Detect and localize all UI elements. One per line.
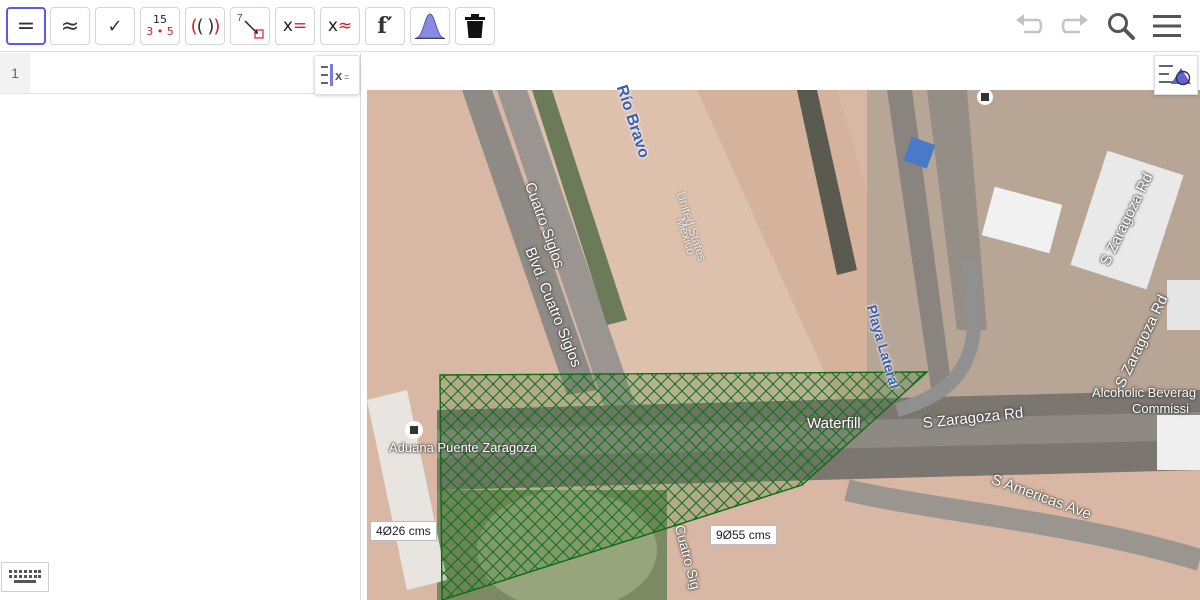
search-button[interactable]: [1104, 10, 1138, 42]
algebra-description-icon: x =: [321, 64, 349, 86]
svg-text:=: =: [344, 72, 349, 82]
factor-button[interactable]: 15 3 • 5: [140, 7, 180, 45]
redo-icon: [1061, 14, 1088, 34]
redo-button[interactable]: [1058, 10, 1092, 42]
derivative-button[interactable]: f′: [365, 7, 405, 45]
map-label-commission: Commissi: [1132, 401, 1190, 416]
map-label-alcoholic-beverage: Alcoholic Beverag: [1092, 385, 1197, 400]
numeric-button[interactable]: ≈: [50, 7, 90, 45]
solve-button[interactable]: x=: [275, 7, 315, 45]
map-label-waterfill: Waterfill: [807, 415, 861, 432]
geogebra-app: = ≈ ✓ 15 3 • 5 (( )) 7 x= x≈ f′ 1 x = Rí…: [0, 0, 1200, 600]
map-label-aduana: Aduana Puente Zaragoza: [389, 440, 538, 455]
keep-input-button[interactable]: ✓: [95, 7, 135, 45]
undo-button[interactable]: [1012, 10, 1046, 42]
evaluate-button[interactable]: =: [6, 7, 46, 45]
graphics-style-icon: [1159, 65, 1191, 86]
measure-label-left[interactable]: 4Ø26 cms: [370, 521, 437, 541]
delete-button[interactable]: [455, 7, 495, 45]
svg-text:x: x: [335, 68, 343, 83]
expand-button[interactable]: (( )): [185, 7, 225, 45]
normal-distribution-icon: [415, 13, 445, 39]
algebra-style-toggle-button[interactable]: x =: [314, 55, 360, 95]
hamburger-menu-icon: [1153, 15, 1181, 37]
map-point-marker: [410, 426, 418, 434]
graphics-style-toggle-button[interactable]: [1154, 55, 1198, 95]
algebra-row: 1: [0, 53, 360, 94]
search-icon: [1108, 13, 1135, 40]
map-point-marker: [981, 93, 989, 101]
numeric-solve-button[interactable]: x≈: [320, 7, 360, 45]
row-number: 1: [0, 53, 30, 93]
measure-label-right[interactable]: 9Ø55 cms: [710, 525, 777, 545]
substitute-icon: 7: [237, 13, 264, 39]
trash-icon: [465, 14, 485, 38]
svg-text:7: 7: [237, 13, 243, 24]
probability-button[interactable]: [410, 7, 450, 45]
cas-toolbar: = ≈ ✓ 15 3 • 5 (( )) 7 x= x≈ f′: [0, 0, 1200, 52]
algebra-input[interactable]: [30, 53, 314, 93]
keyboard-toggle-button[interactable]: [1, 562, 49, 592]
substitute-button[interactable]: 7: [230, 7, 270, 45]
keyboard-icon: [9, 570, 41, 583]
toolbar-right-group: [1012, 10, 1184, 42]
undo-icon: [1016, 14, 1043, 34]
satellite-map-image: [367, 90, 1200, 600]
algebra-panel: 1 x =: [0, 53, 361, 600]
main-menu-button[interactable]: [1150, 10, 1184, 42]
graphics-view[interactable]: Río Bravo United States México Cuatro Si…: [367, 53, 1200, 600]
